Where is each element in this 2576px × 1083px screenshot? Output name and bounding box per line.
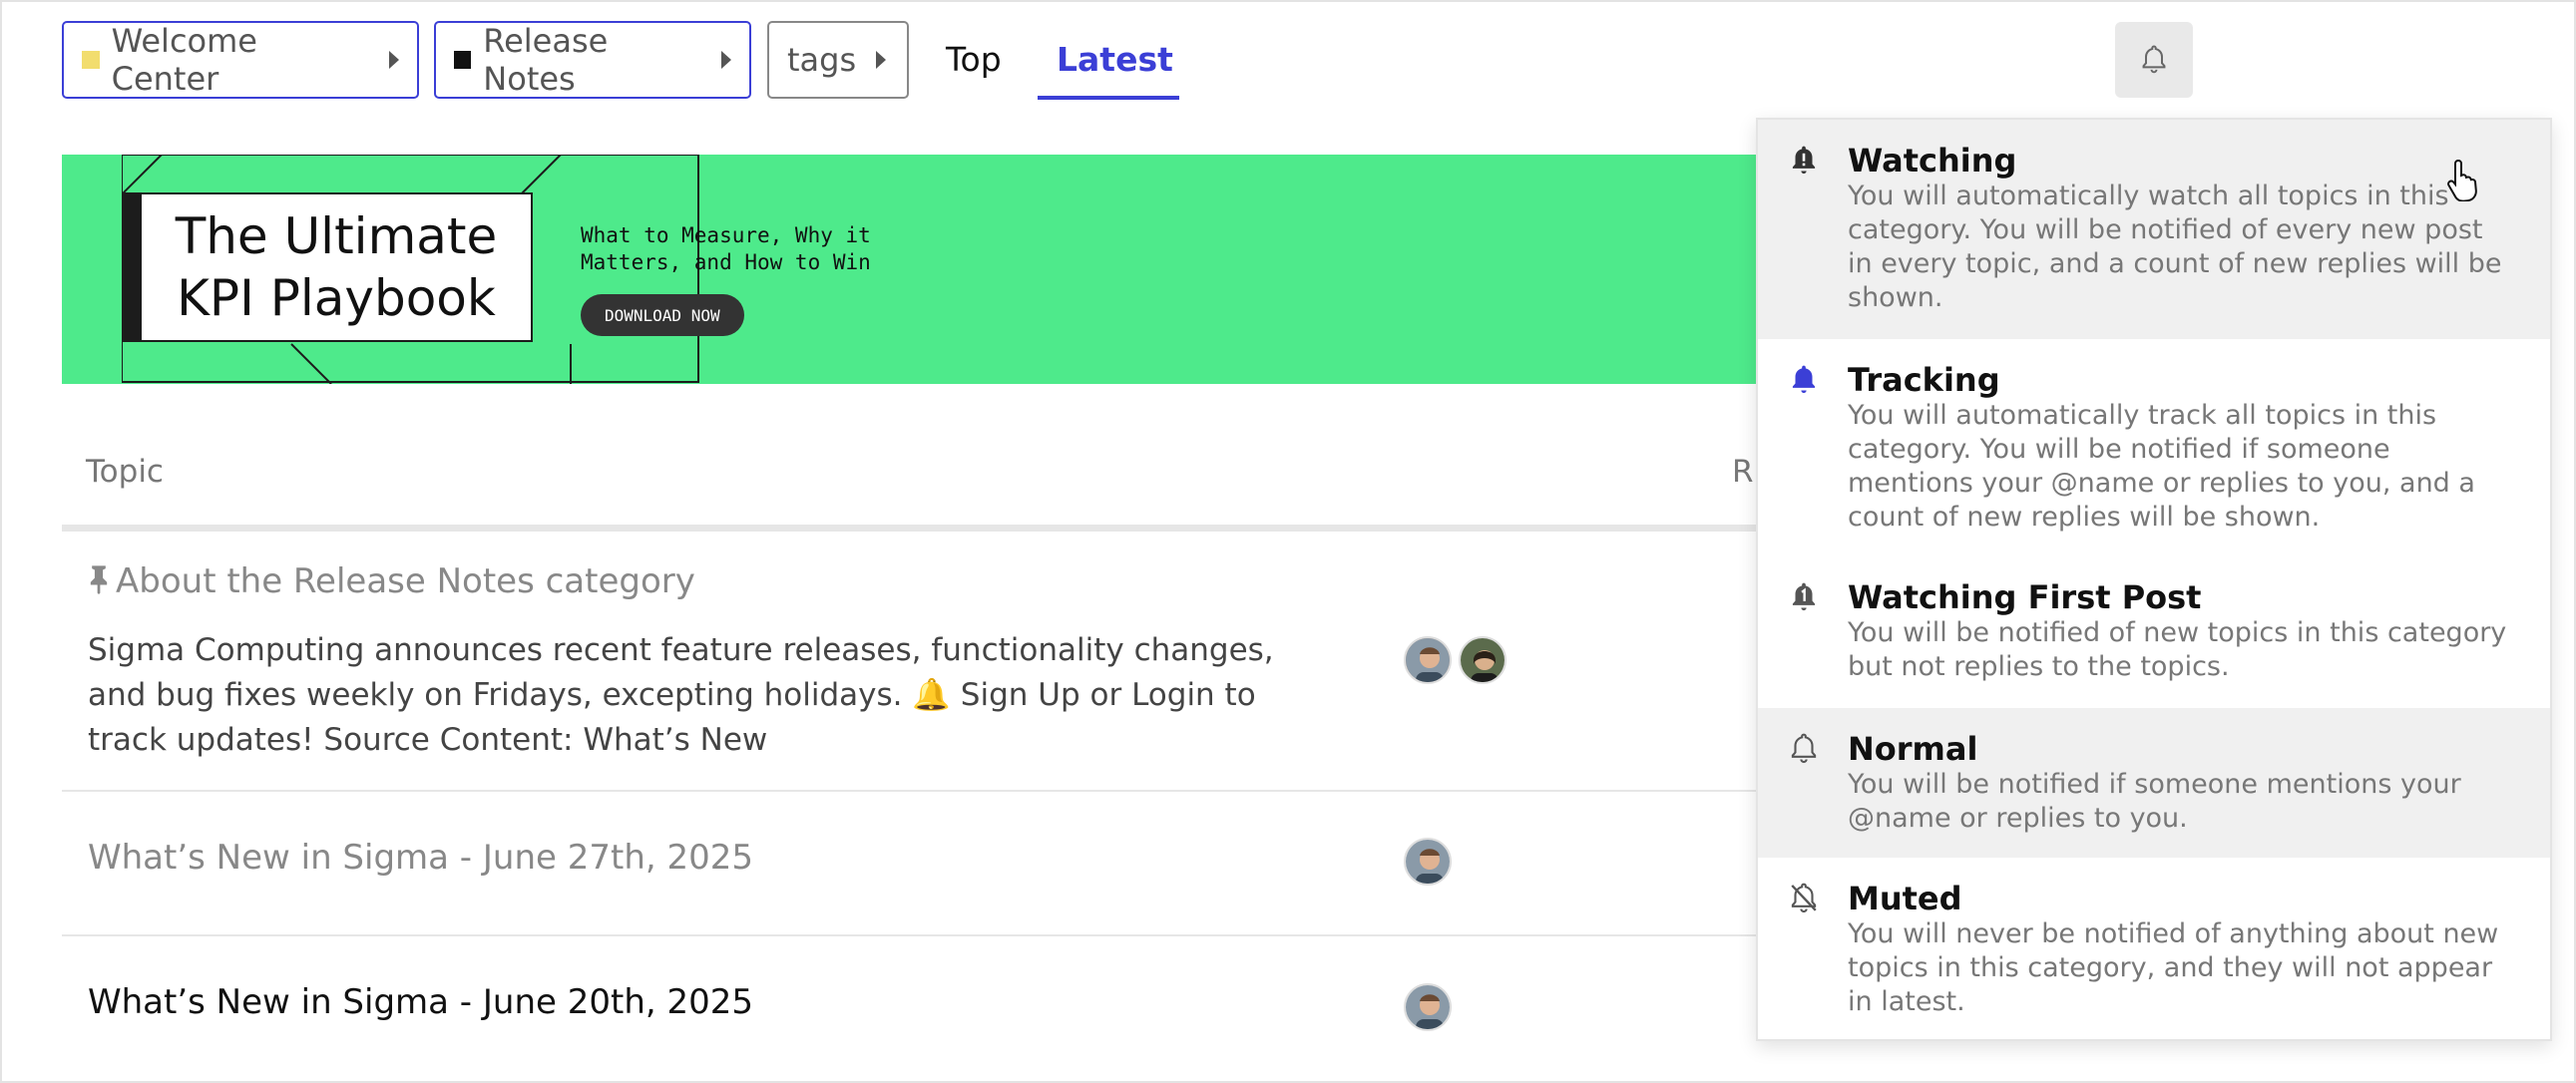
banner-title-card: The Ultimate KPI Playbook: [122, 192, 533, 342]
nav-link-top[interactable]: Top: [946, 40, 1002, 79]
table-row-topic-title[interactable]: What’s New in Sigma - June 20th, 2025: [88, 982, 753, 1022]
category-color-swatch: [82, 51, 100, 69]
option-title: Watching First Post: [1848, 578, 2202, 616]
category-color-swatch: [454, 51, 472, 69]
bell-exclamation-icon: [1792, 146, 1816, 175]
breadcrumb-label: tags: [787, 41, 857, 79]
bell-icon: [2142, 45, 2166, 74]
tags-breadcrumb[interactable]: tags: [767, 21, 909, 99]
active-tab-indicator: [1038, 96, 1179, 100]
option-description: You will automatically track all topics …: [1848, 400, 2475, 533]
header-divider: [62, 525, 1758, 532]
menu-option-muted[interactable]: Muted You will never be notified of anyt…: [1758, 858, 2550, 1039]
banner-title: The Ultimate KPI Playbook: [175, 207, 498, 327]
row-divider: [62, 790, 1758, 792]
menu-option-normal[interactable]: Normal You will be notified if someone m…: [1758, 708, 2550, 858]
menu-option-watching-first-post[interactable]: Watching First Post You will be notified…: [1758, 556, 2550, 706]
option-title: Watching: [1848, 142, 2017, 180]
banner-tagline: What to Measure, Why it Matters, and How…: [581, 223, 871, 274]
caret-right-icon: [721, 51, 731, 69]
table-row-topic-title[interactable]: About the Release Notes category: [88, 561, 695, 601]
avatar[interactable]: [1404, 838, 1452, 886]
avatar[interactable]: [1404, 983, 1452, 1031]
caret-right-icon: [389, 51, 399, 69]
notifications-button[interactable]: [2115, 22, 2193, 98]
category-breadcrumb-welcome-center[interactable]: Welcome Center: [62, 21, 419, 99]
option-description: You will be notified of new topics in th…: [1848, 617, 2507, 682]
option-description: You will automatically watch all topics …: [1848, 180, 2502, 313]
menu-option-tracking[interactable]: Tracking You will automatically track al…: [1758, 339, 2550, 556]
avatar[interactable]: [1404, 636, 1452, 684]
category-breadcrumb-release-notes[interactable]: Release Notes: [434, 21, 751, 99]
bell-outline-icon: [1791, 733, 1817, 764]
notification-level-menu: Watching You will automatically watch al…: [1756, 118, 2552, 1041]
promo-banner[interactable]: The Ultimate KPI Playbook What to Measur…: [62, 155, 1758, 384]
breadcrumb-label: Release Notes: [483, 22, 609, 98]
topic-title-text: About the Release Notes category: [116, 561, 695, 601]
option-title: Tracking: [1848, 361, 2000, 399]
table-row-topic-title[interactable]: What’s New in Sigma - June 27th, 2025: [88, 838, 753, 878]
avatar[interactable]: [1459, 636, 1506, 684]
bell-slash-icon: [1791, 883, 1817, 913]
option-title: Normal: [1848, 730, 1978, 768]
breadcrumb-label: Welcome Center: [111, 22, 257, 98]
bell-one-icon: [1792, 582, 1816, 611]
topic-excerpt: Sigma Computing announces recent feature…: [88, 632, 1274, 758]
nav-link-latest[interactable]: Latest: [1057, 40, 1173, 79]
option-description: You will never be notified of anything a…: [1848, 918, 2499, 1017]
menu-option-watching[interactable]: Watching You will automatically watch al…: [1758, 120, 2550, 339]
option-title: Muted: [1848, 880, 1962, 917]
row-divider: [62, 934, 1758, 936]
topic-column-header[interactable]: Topic: [86, 454, 164, 490]
pin-icon: [90, 565, 108, 594]
hand-pointer-cursor-icon: [2447, 159, 2477, 201]
option-description: You will be notified if someone mentions…: [1848, 769, 2461, 834]
bell-icon: [1792, 365, 1816, 394]
download-now-button[interactable]: DOWNLOAD NOW: [581, 294, 744, 336]
replies-column-header[interactable]: R: [1732, 454, 1754, 490]
caret-right-icon: [876, 51, 887, 69]
